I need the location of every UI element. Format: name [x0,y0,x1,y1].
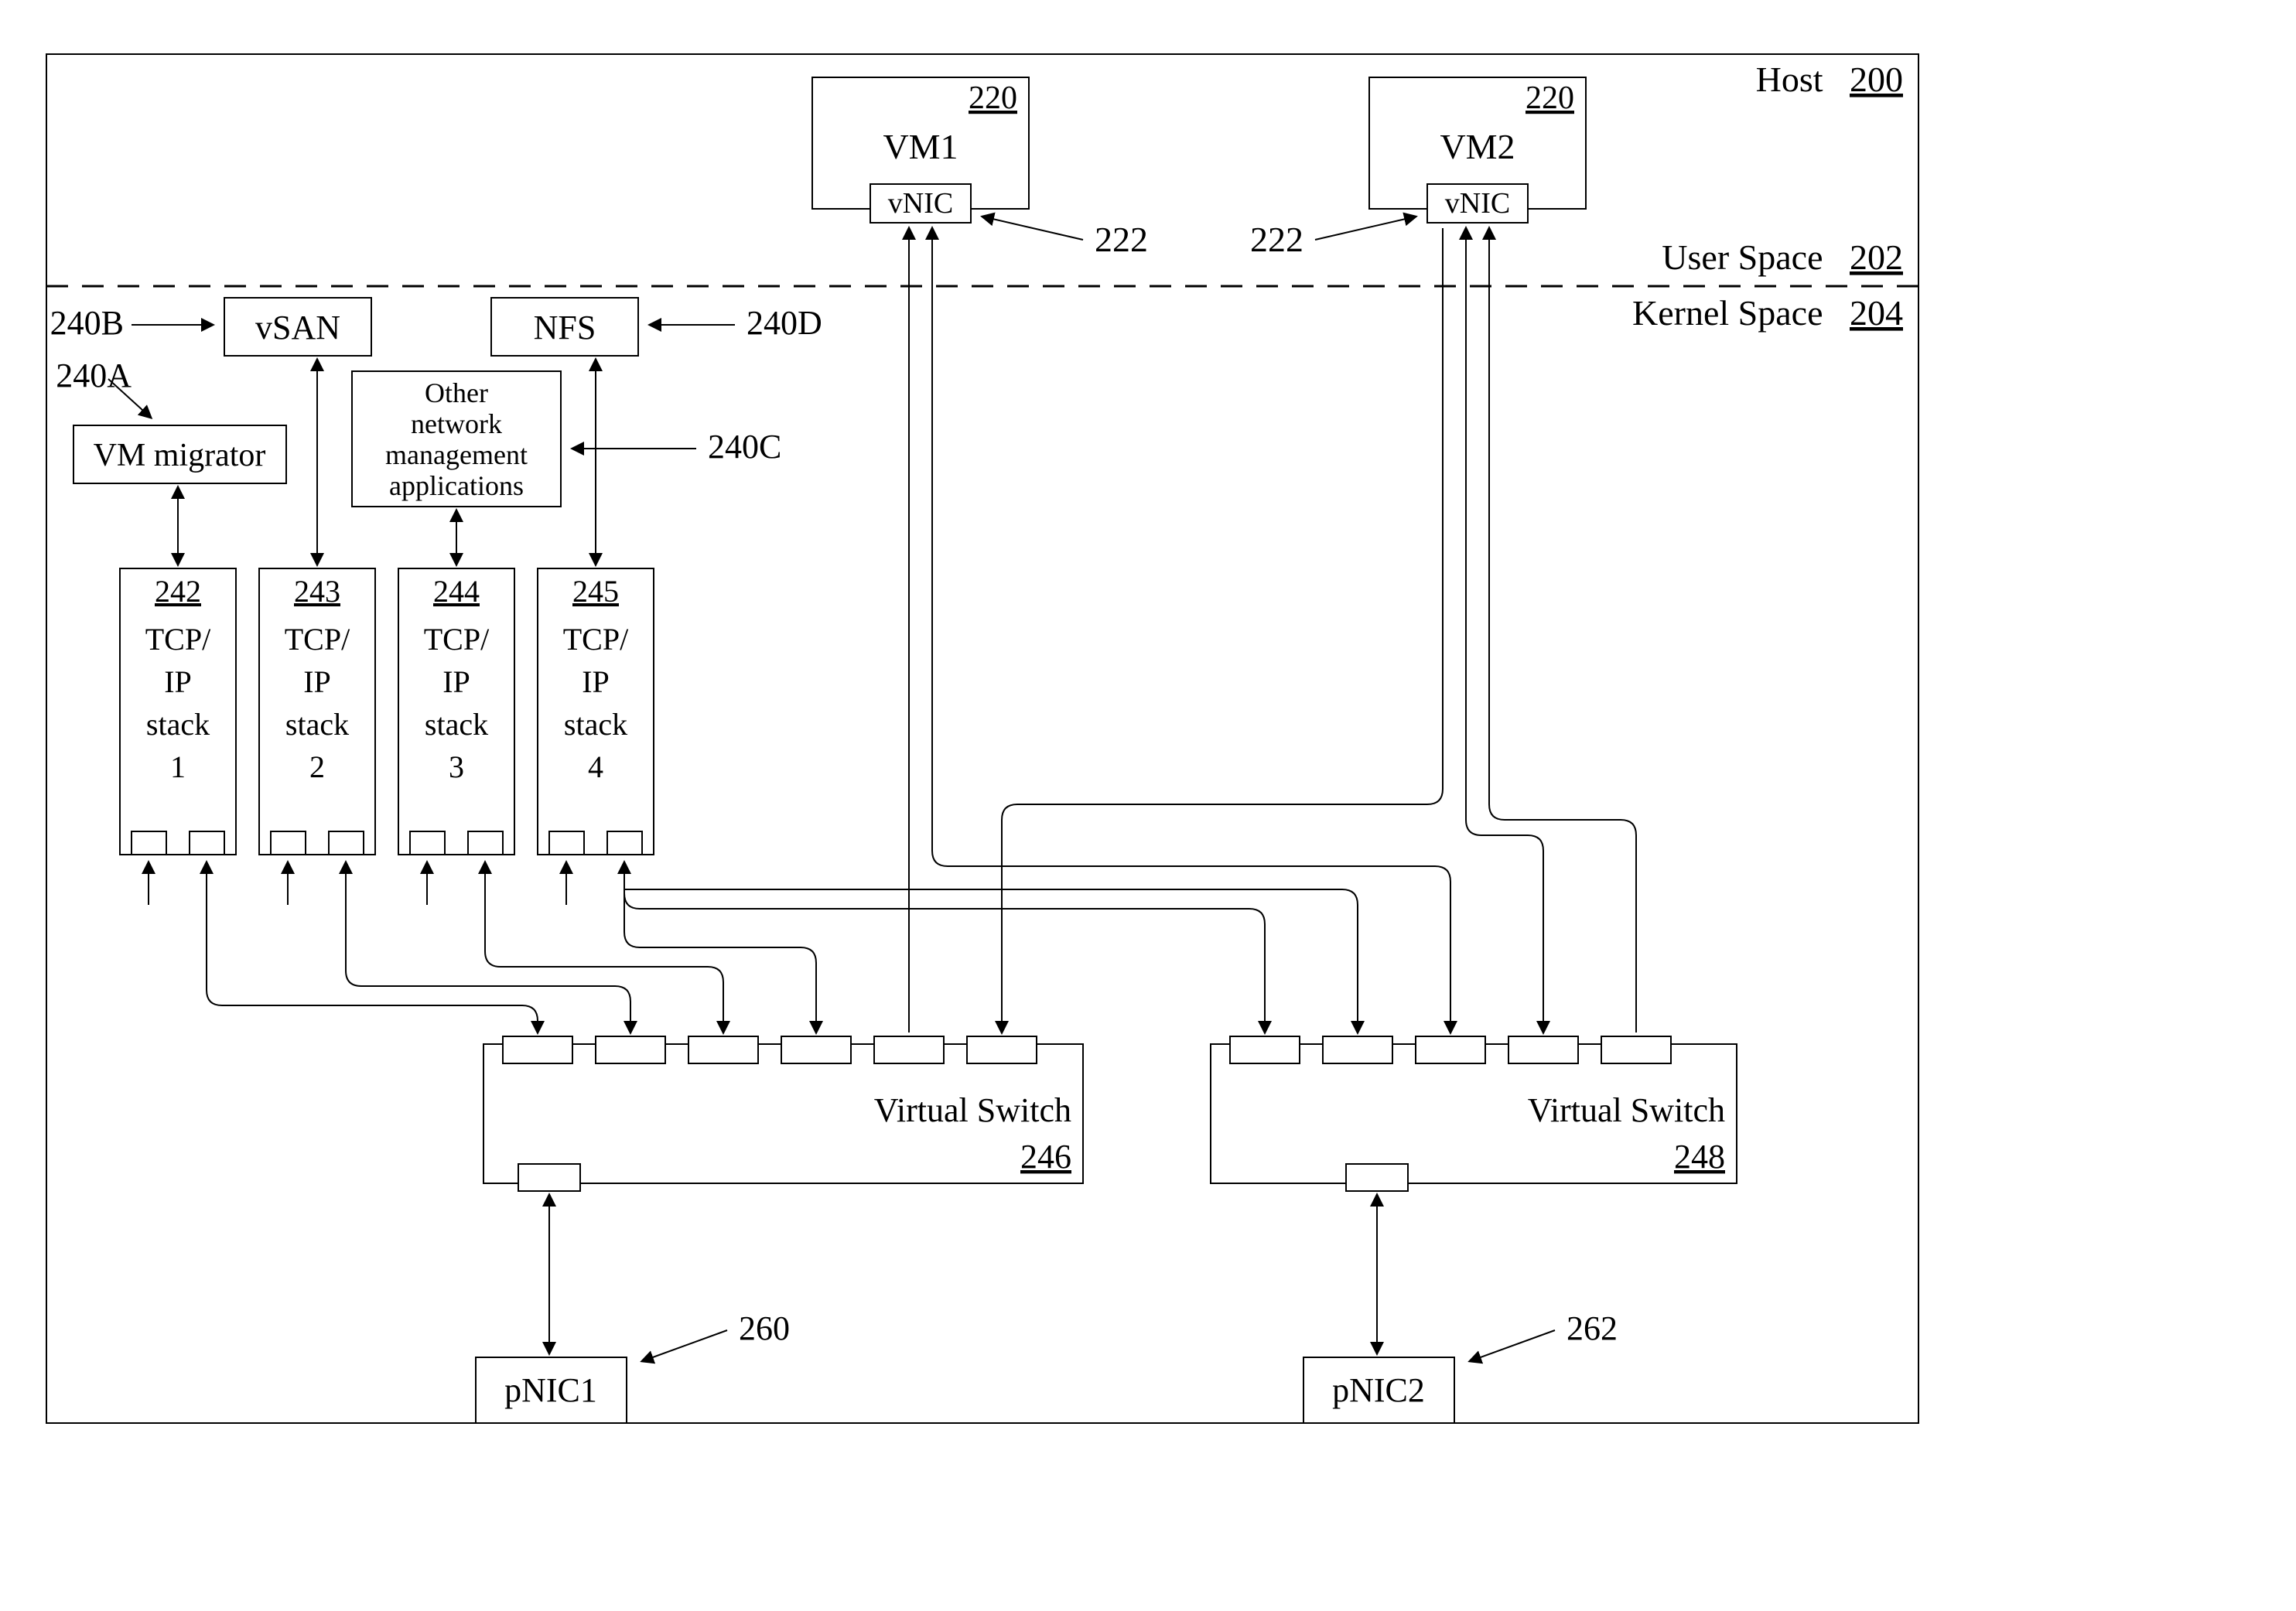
vm2-vnic-label: vNIC [1445,187,1510,220]
vm2-ref: 220 [1526,80,1574,116]
arrow-vm2-vsw1 [1002,228,1443,1032]
vm1-box: 220 VM1 vNIC [812,77,1029,223]
nfs-label: NFS [534,309,596,346]
vm1-label: VM1 [883,127,958,166]
stack4-box: 245 TCP/ IP stack 4 [538,568,654,855]
vswitch2-label: Virtual Switch [1528,1091,1725,1129]
stack4-ref: 245 [572,574,619,609]
svg-text:TCP/: TCP/ [285,622,350,657]
user-space-label: User Space 202 [1662,237,1903,277]
svg-text:IP: IP [303,664,331,699]
stack2-ref: 243 [294,574,340,609]
pnic2-callout: 262 [1567,1309,1618,1347]
vswitch2-ref: 248 [1674,1138,1725,1176]
arrow-s1-vsw1p1 [207,862,538,1032]
callout-arrow-pnic1 [642,1330,727,1361]
vswitch1-box: Virtual Switch 246 [483,1036,1083,1191]
vswitch1-ref: 246 [1020,1138,1071,1176]
nfs-callout: 240D [747,304,822,342]
arrow-s2-vsw1p2 [346,862,630,1032]
arrow-s4-vsw1p4 [624,862,816,1032]
stack1-ref: 242 [155,574,201,609]
other-apps-line3: management [385,439,528,470]
svg-text:stack: stack [146,707,210,742]
vswitch2-box: Virtual Switch 248 [1211,1036,1737,1191]
svg-text:TCP/: TCP/ [424,622,490,657]
svg-text:stack: stack [564,707,627,742]
svg-text:2: 2 [309,749,325,784]
vm1-vnic-callout: 222 [1095,220,1148,259]
other-apps-callout: 240C [708,428,781,466]
vm-migrator-label: VM migrator [94,438,266,473]
arrow-to-vsw2p2 [624,889,1358,1032]
stack1-box: 242 TCP/ IP stack 1 [120,568,236,855]
callout-arrow-vm1-vnic [982,217,1083,240]
svg-text:stack: stack [285,707,349,742]
svg-text:TCP/: TCP/ [145,622,211,657]
svg-text:TCP/: TCP/ [563,622,629,657]
other-apps-line2: network [411,408,502,439]
arrow-to-vsw2p1 [624,893,1265,1032]
vsan-callout: 240B [50,304,124,342]
svg-text:IP: IP [164,664,192,699]
host-label: Host 200 [1756,60,1903,99]
arrow-vm2-vsw2b [1489,228,1636,835]
svg-text:1: 1 [170,749,186,784]
vm2-vnic-callout: 222 [1250,220,1303,259]
arrow-vm1-vsw2 [932,228,1450,1032]
vm1-vnic-label: vNIC [888,187,953,220]
callout-arrow-vm2-vnic [1315,217,1416,240]
svg-text:3: 3 [449,749,464,784]
svg-text:IP: IP [442,664,470,699]
other-apps-line4: applications [389,470,524,501]
arrow-vm2-vsw2a [1466,228,1543,1032]
kernel-space-label: Kernel Space 204 [1632,293,1903,333]
pnic1-callout: 260 [739,1309,790,1347]
svg-text:4: 4 [588,749,603,784]
stack3-ref: 244 [433,574,480,609]
vsan-label: vSAN [255,309,340,346]
callout-arrow-pnic2 [1470,1330,1555,1361]
vm2-box: 220 VM2 vNIC [1369,77,1586,223]
vm2-label: VM2 [1440,127,1515,166]
pnic1-label: pNIC1 [504,1371,597,1409]
svg-text:IP: IP [582,664,610,699]
vm1-ref: 220 [969,80,1017,116]
stack2-box: 243 TCP/ IP stack 2 [259,568,375,855]
vswitch1-label: Virtual Switch [874,1091,1071,1129]
pnic2-label: pNIC2 [1332,1371,1425,1409]
other-apps-line1: Other [425,377,488,408]
vm-migrator-callout: 240A [56,357,132,394]
stack3-box: 244 TCP/ IP stack 3 [398,568,514,855]
svg-text:stack: stack [425,707,488,742]
